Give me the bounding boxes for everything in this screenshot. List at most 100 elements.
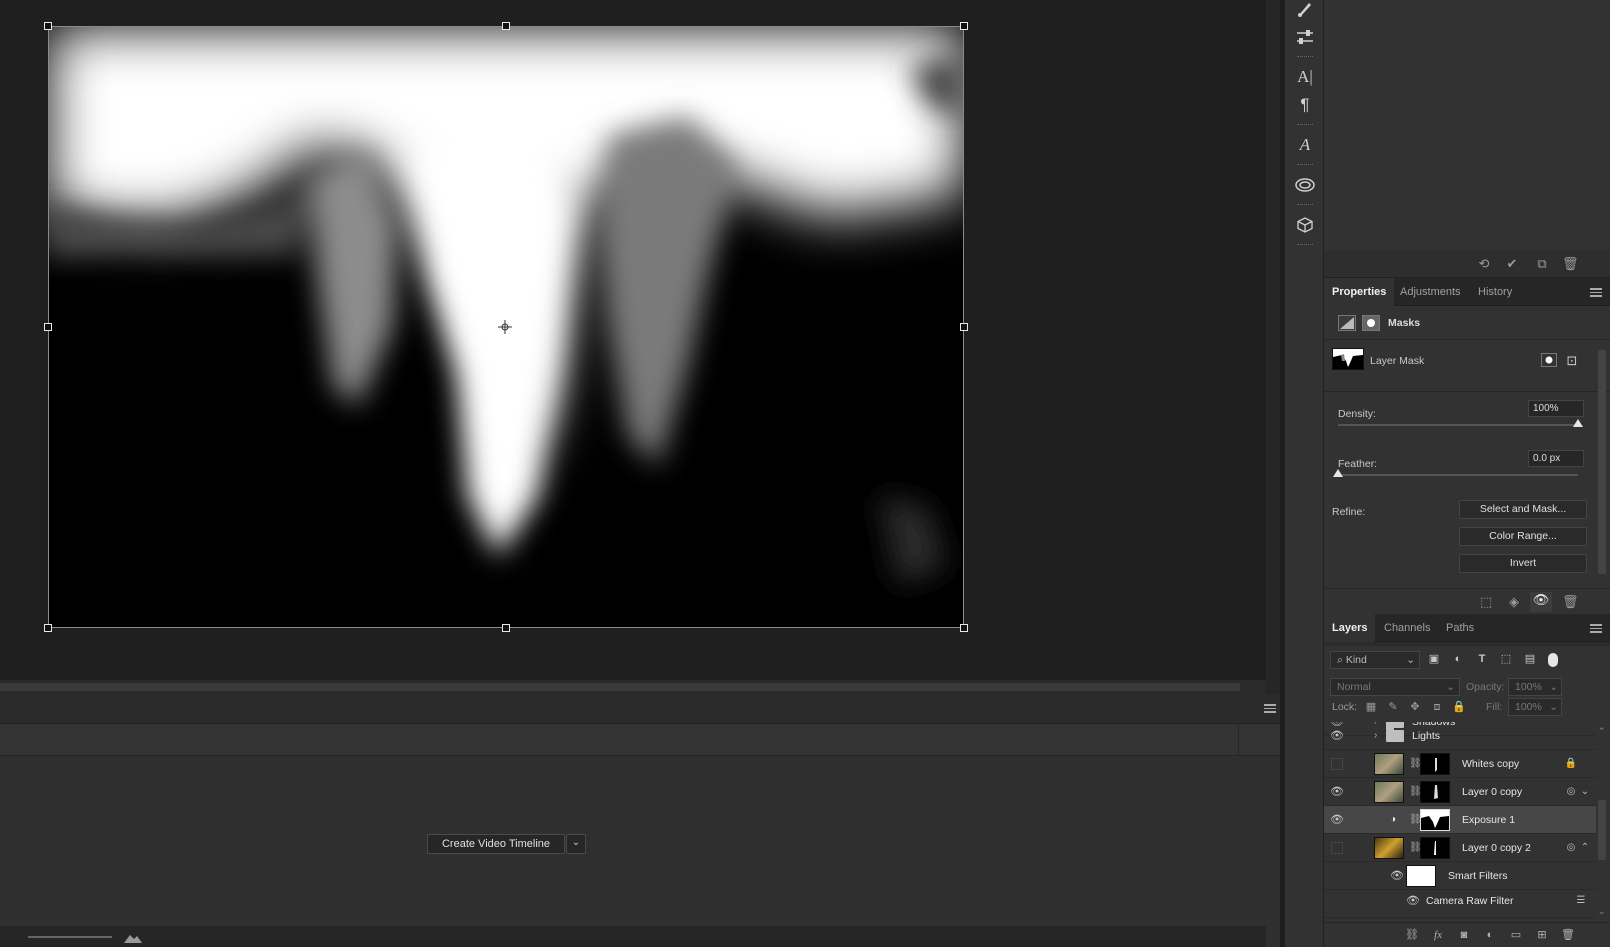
new-group-folder-icon[interactable]: ▭	[1508, 927, 1524, 943]
paragraph-panel-icon[interactable]: ¶	[1285, 90, 1325, 120]
invert-button[interactable]: Invert	[1459, 554, 1587, 573]
new-item-icon[interactable]: ⧉	[1534, 256, 1550, 272]
brush-settings-icon[interactable]	[1285, 0, 1325, 24]
feather-field[interactable]: 0.0 px	[1528, 450, 1584, 467]
apply-mask-icon[interactable]: ◈	[1506, 594, 1522, 610]
adjustment-properties-icon[interactable]	[1338, 315, 1356, 331]
smart-filter-icon[interactable]: ◎	[1564, 785, 1578, 799]
shape-layer-filter-icon[interactable]: ⬚	[1498, 651, 1514, 667]
link-icon[interactable]: ⛓	[1409, 785, 1422, 799]
link-icon[interactable]: ⛓	[1409, 757, 1422, 771]
create-video-timeline-button[interactable]: Create Video Timeline	[427, 834, 565, 854]
layers-scrollbar[interactable]: ⌃ ⌄	[1596, 726, 1608, 920]
smart-filter-icon[interactable]: ◎	[1564, 841, 1578, 855]
density-slider-knob[interactable]	[1573, 419, 1583, 427]
layer-row-smart-filters[interactable]: 👁 Smart Filters	[1324, 862, 1596, 890]
fill-field[interactable]: 100% ⌄	[1508, 698, 1562, 716]
scroll-down-icon[interactable]: ⌄	[1598, 906, 1606, 917]
canvas-horizontal-scrollbar[interactable]	[0, 680, 1266, 694]
zoom-in-mountains-icon[interactable]	[124, 931, 142, 943]
mask-thumbnail[interactable]	[1420, 781, 1450, 803]
smart-filter-mask-thumbnail[interactable]	[1406, 865, 1436, 887]
layers-menu-icon[interactable]	[1590, 624, 1602, 633]
layer-row-exposure-1[interactable]: 👁 ◑ ⛓ Exposure 1	[1324, 806, 1596, 834]
load-selection-icon[interactable]: ⬚	[1478, 594, 1494, 610]
timeline-menu-icon[interactable]	[1264, 704, 1276, 713]
timeline-zoom-slider[interactable]	[28, 936, 112, 938]
mask-properties-icon[interactable]	[1362, 315, 1380, 331]
transform-handle-middle-right[interactable]	[960, 323, 968, 331]
density-slider-track[interactable]	[1338, 424, 1578, 426]
link-icon[interactable]: ⛓	[1409, 813, 1422, 827]
layer-style-fx-icon[interactable]: fx	[1430, 927, 1446, 943]
eye-icon[interactable]: 👁	[1330, 813, 1344, 827]
layer-row-camera-raw-filter[interactable]: 👁 Camera Raw Filter ☰	[1324, 890, 1596, 918]
character-panel-icon[interactable]: A|	[1285, 62, 1325, 92]
transform-handle-top-right[interactable]	[960, 22, 968, 30]
lock-all-icon[interactable]: 🔒	[1452, 700, 1466, 714]
undo-icon[interactable]: ⟲	[1476, 256, 1492, 272]
tab-layers[interactable]: Layers	[1324, 614, 1376, 642]
color-range-button[interactable]: Color Range...	[1459, 527, 1587, 546]
creative-cloud-libraries-icon[interactable]	[1285, 170, 1325, 200]
scroll-thumb[interactable]	[1598, 350, 1606, 574]
link-layers-icon[interactable]: ⛓	[1404, 927, 1420, 943]
transform-handle-bottom-right[interactable]	[960, 624, 968, 632]
transform-handle-top-left[interactable]	[44, 22, 52, 30]
document-canvas-area[interactable]	[0, 0, 1266, 680]
reference-point-icon[interactable]	[498, 320, 512, 334]
filter-toggle-switch[interactable]	[1548, 653, 1558, 667]
add-vector-mask-icon[interactable]: ⊡	[1564, 353, 1580, 369]
pixel-layer-filter-icon[interactable]: ▣	[1426, 651, 1442, 667]
canvas-vertical-scrollbar[interactable]	[1266, 0, 1280, 694]
transform-handle-middle-left[interactable]	[44, 323, 52, 331]
feather-slider-track[interactable]	[1338, 474, 1578, 476]
tab-adjustments[interactable]: Adjustments	[1392, 278, 1469, 306]
properties-scrollbar[interactable]	[1596, 342, 1608, 582]
adjustment-layer-filter-icon[interactable]: ◐	[1450, 651, 1466, 667]
tab-history[interactable]: History	[1470, 278, 1520, 306]
tab-channels[interactable]: Channels	[1376, 614, 1438, 642]
select-and-mask-button[interactable]: Select and Mask...	[1459, 500, 1587, 519]
scroll-thumb[interactable]	[0, 683, 1240, 691]
layer-row-layer-0-copy-2[interactable]: ⛓ Layer 0 copy 2 ◎ ⌃	[1324, 834, 1596, 862]
eye-icon[interactable]: 👁	[1406, 894, 1420, 908]
lock-position-icon[interactable]: ✥	[1408, 700, 1422, 714]
density-field[interactable]: 100%	[1528, 400, 1584, 417]
new-layer-icon[interactable]: ⊞	[1534, 927, 1550, 943]
blend-mode-dropdown[interactable]: Normal ⌄	[1330, 678, 1460, 696]
type-layer-filter-icon[interactable]: T	[1474, 651, 1490, 667]
glyphs-panel-icon[interactable]: A	[1285, 130, 1325, 160]
tab-paths[interactable]: Paths	[1438, 614, 1482, 642]
chevron-right-icon[interactable]: ›	[1374, 722, 1377, 750]
filter-kind-dropdown[interactable]: ⌕ Kind ⌄	[1330, 651, 1420, 669]
visibility-off-box[interactable]	[1331, 758, 1343, 770]
visibility-off-box[interactable]	[1331, 842, 1343, 854]
feather-slider-knob[interactable]	[1333, 469, 1343, 477]
timeline-type-dropdown[interactable]: ⌄	[566, 834, 586, 854]
layers-list[interactable]: 👁 › Shadows 👁 › Lights ⛓ Whites copy 🔒 👁	[1324, 722, 1596, 922]
properties-menu-icon[interactable]	[1590, 288, 1602, 297]
adjustments-sliders-icon[interactable]	[1285, 22, 1325, 52]
layer-row-layer-0-copy[interactable]: 👁 ⛓ Layer 0 copy ◎ ⌄	[1324, 778, 1596, 806]
delete-layer-icon[interactable]: 🗑	[1560, 927, 1576, 943]
filter-blending-options-icon[interactable]: ☰	[1574, 894, 1588, 908]
add-pixel-mask-icon[interactable]	[1541, 353, 1557, 367]
mask-thumbnail[interactable]	[1420, 837, 1450, 859]
transform-handle-bottom-left[interactable]	[44, 624, 52, 632]
eye-icon[interactable]: 👁	[1330, 785, 1344, 799]
eye-icon[interactable]: 👁	[1390, 869, 1404, 883]
add-mask-icon[interactable]: ◙	[1456, 927, 1472, 943]
tab-properties[interactable]: Properties	[1324, 278, 1395, 306]
chevron-up-icon[interactable]: ⌃	[1578, 841, 1592, 855]
eye-icon[interactable]: 👁	[1330, 729, 1344, 743]
transform-handle-top-center[interactable]	[502, 22, 510, 30]
mask-thumbnail[interactable]	[1420, 753, 1450, 775]
scroll-up-icon[interactable]: ⌃	[1598, 726, 1606, 737]
commit-check-icon[interactable]: ✔	[1504, 256, 1520, 272]
opacity-field[interactable]: 100% ⌄	[1508, 678, 1562, 696]
new-adjustment-layer-icon[interactable]: ◐	[1482, 927, 1498, 943]
chevron-down-icon[interactable]: ⌄	[1578, 785, 1592, 799]
layer-row-whites-copy[interactable]: ⛓ Whites copy 🔒	[1324, 750, 1596, 778]
3d-panel-icon[interactable]	[1285, 210, 1325, 240]
